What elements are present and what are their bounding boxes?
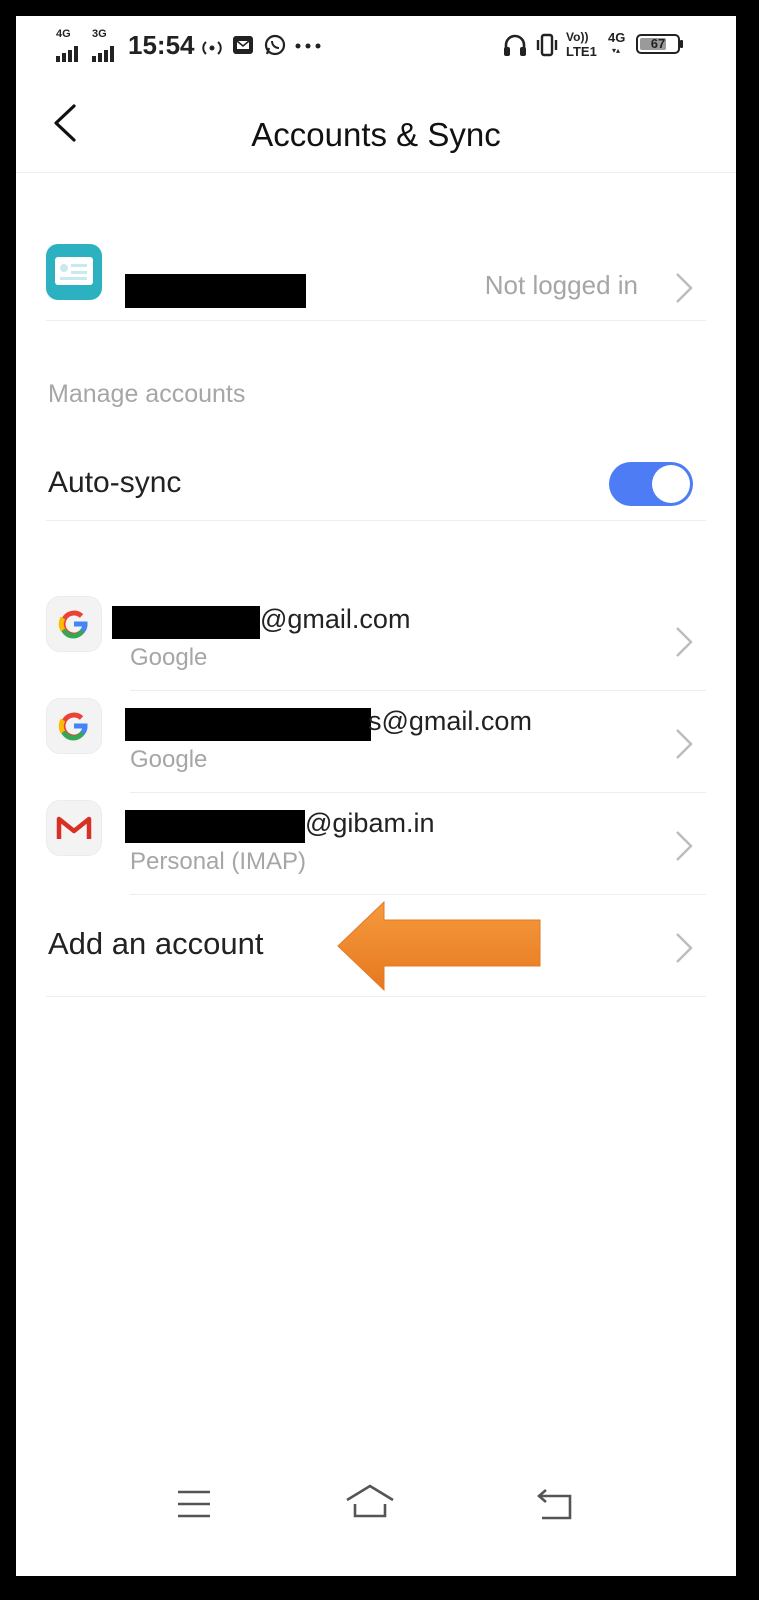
google-icon	[46, 698, 102, 754]
redacted-email	[125, 810, 305, 843]
autosync-row: Auto-sync	[16, 436, 736, 516]
volte-label: Vo))	[566, 30, 589, 44]
network-2-label: 3G	[92, 28, 107, 40]
account-email: s@gmail.com	[368, 706, 532, 736]
redacted-email	[112, 606, 260, 639]
headphones-icon	[504, 34, 526, 56]
add-account-row[interactable]: Add an account	[16, 896, 736, 994]
redacted-email	[125, 708, 371, 741]
menu-icon[interactable]	[168, 1484, 218, 1524]
add-account-label: Add an account	[48, 926, 264, 961]
page-title: Accounts & Sync	[251, 116, 501, 153]
chevron-right-icon	[676, 273, 693, 303]
account-type: Google	[130, 644, 208, 671]
contact-card-icon	[46, 244, 102, 300]
hotspot-icon	[202, 41, 222, 55]
account-type: Personal (IMAP)	[130, 848, 307, 875]
status-bar: 4G 3G 15:54 Vo)) LTE1 4G ▾▴ 67	[16, 16, 736, 74]
back-icon[interactable]	[530, 1484, 580, 1524]
battery-level: 67	[650, 36, 666, 51]
account-item[interactable]: s@gmail.com Google	[16, 692, 736, 792]
whatsapp-icon	[264, 34, 286, 56]
gmail-icon	[46, 800, 102, 856]
chevron-right-icon	[676, 933, 693, 963]
header-divider	[16, 172, 736, 173]
chevron-right-icon	[676, 627, 693, 657]
account-email: @gmail.com	[260, 604, 411, 634]
account-email: @gibam.in	[305, 808, 435, 838]
network-3-label: 4G	[608, 30, 626, 45]
orange-arrow-annotation	[337, 900, 541, 992]
autosync-label: Auto-sync	[48, 466, 182, 499]
section-label: Manage accounts	[48, 380, 246, 408]
home-icon[interactable]	[344, 1482, 396, 1522]
chevron-right-icon	[676, 831, 693, 861]
autosync-toggle[interactable]	[609, 462, 693, 506]
message-icon	[233, 36, 253, 54]
account-item[interactable]: @gmail.com Google	[16, 590, 736, 690]
screen: 4G 3G 15:54 Vo)) LTE1 4G ▾▴ 67 Accounts …	[16, 16, 736, 1576]
data-arrows-icon: ▾▴	[612, 46, 621, 55]
google-icon	[46, 596, 102, 652]
redacted-name	[125, 274, 306, 308]
more-icon	[295, 43, 321, 49]
lte-label: LTE1	[566, 44, 597, 59]
account-item[interactable]: @gibam.in Personal (IMAP)	[16, 794, 736, 894]
battery-icon: 67	[636, 34, 680, 54]
profile-status: Not logged in	[484, 270, 638, 300]
network-1-label: 4G	[56, 28, 71, 40]
account-type: Google	[130, 746, 208, 773]
toggle-knob	[652, 465, 690, 503]
clock: 15:54	[128, 30, 195, 60]
chevron-right-icon	[676, 729, 693, 759]
vibrate-icon	[536, 33, 558, 57]
profile-row[interactable]: Not logged in	[16, 230, 736, 320]
